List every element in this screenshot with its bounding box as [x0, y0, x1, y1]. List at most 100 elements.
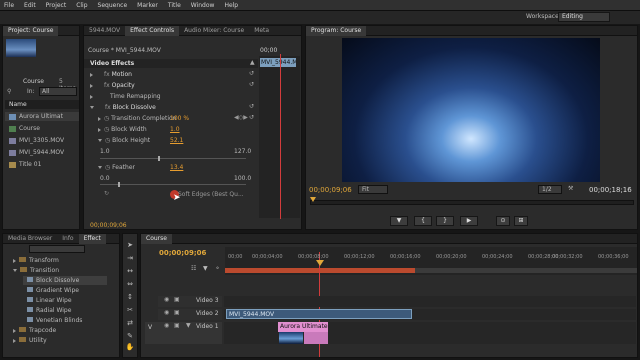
tab-info[interactable]: Info: [57, 234, 78, 244]
timeline-timecode[interactable]: 00;00;09;06: [159, 249, 206, 257]
collapse-icon[interactable]: [13, 269, 17, 272]
expand-icon[interactable]: [90, 94, 93, 99]
ec-playhead[interactable]: [280, 54, 281, 219]
program-scrubber[interactable]: [310, 200, 634, 205]
menu-edit[interactable]: Edit: [24, 2, 36, 9]
project-item[interactable]: Aurora Ultimat: [5, 112, 79, 121]
effects-item[interactable]: Gradient Wipe: [23, 286, 79, 295]
effects-search-input[interactable]: [29, 245, 85, 253]
extract-button[interactable]: ⊞: [514, 216, 528, 226]
collapse-icon[interactable]: [98, 166, 102, 169]
feather-value[interactable]: 13.4: [170, 164, 183, 171]
keyframe-nav-icon[interactable]: ◀◇▶: [234, 114, 248, 121]
collapse-icon[interactable]: [98, 139, 102, 142]
track-v1-target[interactable]: V: [148, 324, 152, 331]
sync-icon[interactable]: ↻: [104, 190, 109, 197]
effects-item[interactable]: Radial Wipe: [23, 306, 71, 315]
slip-tool-icon[interactable]: ⇄: [125, 318, 135, 328]
stopwatch-icon[interactable]: ◷: [105, 137, 110, 144]
feather-slider[interactable]: [100, 184, 246, 185]
block-width-value[interactable]: 1.0: [170, 126, 180, 133]
track-v3-lane[interactable]: [224, 296, 636, 307]
tab-media-browser[interactable]: Media Browser: [3, 234, 57, 244]
block-height-value[interactable]: 52.1: [170, 137, 183, 144]
reset-icon[interactable]: ↺: [249, 114, 254, 121]
menu-clip[interactable]: Clip: [76, 2, 87, 9]
effects-item[interactable]: Utility: [13, 336, 47, 345]
expand-icon[interactable]: [13, 258, 16, 263]
effects-item[interactable]: Venetian Blinds: [23, 316, 82, 325]
project-item[interactable]: Course: [5, 124, 40, 133]
stopwatch-icon[interactable]: ◷: [105, 164, 110, 171]
expand-icon[interactable]: [98, 127, 101, 132]
step-back-button[interactable]: {: [414, 216, 432, 226]
track-select-tool-icon[interactable]: ⇥: [125, 253, 135, 263]
reset-icon[interactable]: ↺: [249, 81, 254, 88]
project-in-select[interactable]: All: [39, 87, 77, 96]
rolling-edit-tool-icon[interactable]: ⇔: [125, 279, 135, 289]
lift-button[interactable]: ⊙: [496, 216, 510, 226]
program-playhead-marker[interactable]: [310, 197, 316, 202]
step-forward-button[interactable]: }: [436, 216, 454, 226]
slider-thumb[interactable]: [158, 156, 160, 161]
menu-window[interactable]: Window: [191, 2, 215, 9]
stopwatch-icon[interactable]: ◷: [104, 115, 109, 122]
expand-icon[interactable]: [13, 328, 16, 333]
ec-effect-row[interactable]: fx Block Dissolve: [90, 104, 258, 113]
tab-program[interactable]: Program: Course: [306, 25, 367, 36]
lock-icon[interactable]: ▣: [174, 309, 180, 316]
collapse-icon[interactable]: [90, 106, 94, 109]
effects-item[interactable]: Transform: [13, 256, 59, 265]
ec-effect-row[interactable]: Time Remapping: [90, 93, 258, 102]
tab-effects[interactable]: Effect: [78, 233, 106, 244]
razor-tool-icon[interactable]: ✂: [125, 305, 135, 315]
play-button[interactable]: ▶: [460, 216, 478, 226]
marker-icon[interactable]: ▼: [203, 265, 208, 272]
project-name-header[interactable]: Name: [5, 100, 79, 109]
collapse-icon[interactable]: ▼: [186, 322, 191, 329]
eye-icon[interactable]: ◉: [164, 322, 169, 329]
reset-icon[interactable]: ↺: [249, 70, 254, 77]
stopwatch-icon[interactable]: ◷: [104, 126, 109, 133]
expand-icon[interactable]: [90, 72, 93, 77]
effects-item[interactable]: Transition: [13, 266, 59, 275]
tab-sequence[interactable]: Course: [141, 233, 172, 244]
tab-effect-controls[interactable]: Effect Controls: [125, 25, 180, 36]
project-item[interactable]: Title 01: [5, 160, 41, 169]
tab-audio-mixer[interactable]: Audio Mixer: Course: [179, 26, 249, 36]
eye-icon[interactable]: ◉: [164, 309, 169, 316]
wrench-icon[interactable]: ⚒: [568, 185, 573, 192]
effects-item[interactable]: Trapcode: [13, 326, 56, 335]
link-icon[interactable]: ⚬: [215, 265, 220, 272]
ec-effect-row[interactable]: fx Motion: [90, 71, 258, 80]
ec-effect-row[interactable]: fx Opacity: [90, 82, 258, 91]
menu-project[interactable]: Project: [46, 2, 67, 9]
playhead-handle[interactable]: [316, 260, 324, 266]
fit-select[interactable]: Fit: [358, 185, 388, 194]
selection-tool-icon[interactable]: ➤: [125, 240, 135, 250]
ripple-edit-tool-icon[interactable]: ↔: [125, 266, 135, 276]
timeline-clip-v2[interactable]: MVI_5944.MOV: [226, 309, 412, 319]
expand-icon[interactable]: [13, 338, 16, 343]
menu-file[interactable]: File: [4, 2, 14, 9]
rate-stretch-tool-icon[interactable]: ↕: [125, 292, 135, 302]
ec-clip-chip[interactable]: MVI_5944.MOV: [260, 58, 296, 67]
lock-icon[interactable]: ▣: [174, 296, 180, 303]
program-timecode-left[interactable]: 00;00;09;06: [309, 186, 352, 194]
effects-item[interactable]: Block Dissolve: [23, 276, 107, 285]
lock-icon[interactable]: ▣: [174, 322, 180, 329]
tab-metadata[interactable]: Meta: [249, 26, 274, 36]
transition-completion-value[interactable]: 100 %: [170, 115, 189, 122]
ec-section-collapse-icon[interactable]: ▲: [250, 59, 255, 66]
snap-icon[interactable]: ☷: [191, 265, 196, 272]
timeline-clip-v1[interactable]: Aurora Ultimate - 3: [278, 322, 328, 332]
search-icon[interactable]: ⚲: [7, 88, 11, 95]
hand-tool-icon[interactable]: ✋: [125, 342, 135, 352]
expand-icon[interactable]: [90, 83, 93, 88]
tab-source[interactable]: 5944.MOV: [84, 26, 125, 36]
workspace-select[interactable]: Editing: [558, 12, 610, 22]
project-item[interactable]: MVI_5944.MOV: [5, 148, 64, 157]
menu-title[interactable]: Title: [168, 2, 181, 9]
block-height-slider[interactable]: [100, 158, 246, 159]
effects-item[interactable]: Linear Wipe: [23, 296, 72, 305]
